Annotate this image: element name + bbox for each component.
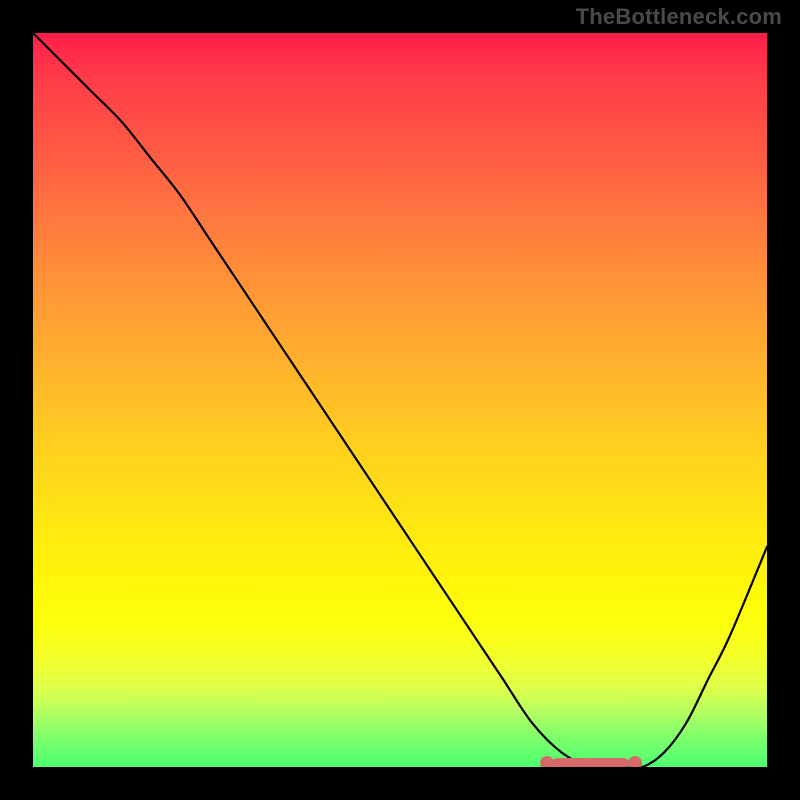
watermark-text: TheBottleneck.com [576,4,782,30]
plot-area [33,33,767,767]
marker-bar-icon [605,758,629,767]
marker-dot-icon [628,756,642,767]
optimal-region-markers [33,33,767,767]
